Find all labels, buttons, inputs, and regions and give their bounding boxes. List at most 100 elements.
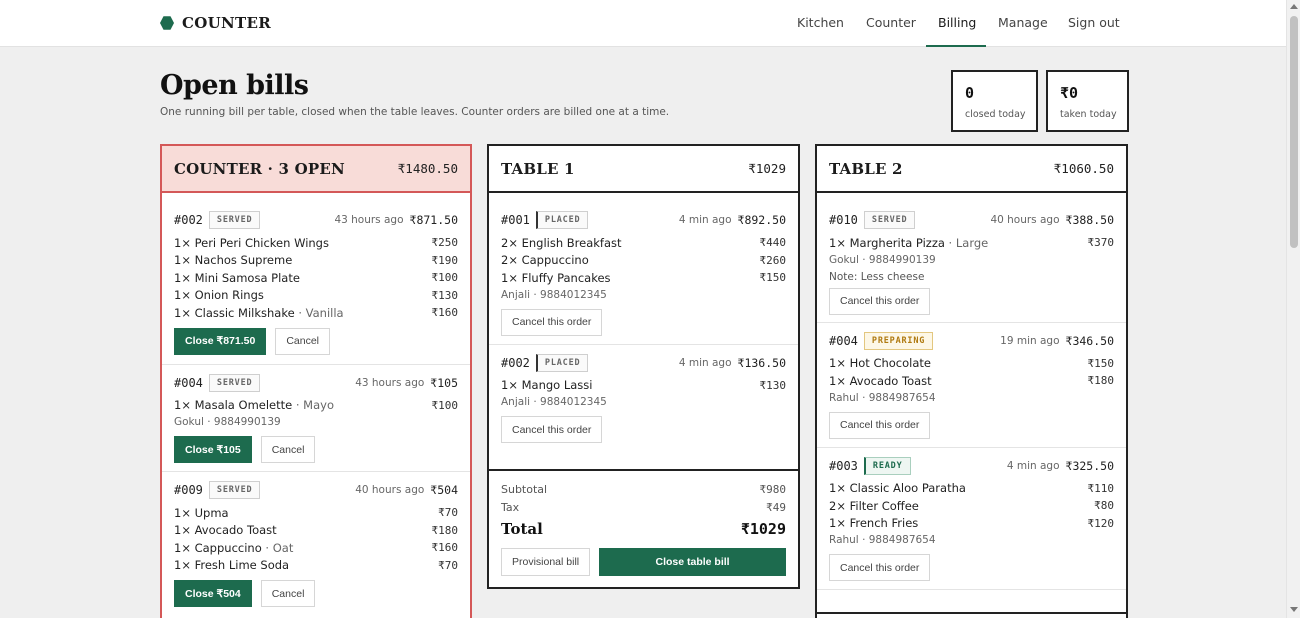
stat-value: ₹0 <box>1060 84 1079 102</box>
order-line-item: 1× Upma ₹70 <box>174 505 458 520</box>
order-line-item: 1× Peri Peri Chicken Wings ₹250 <box>174 235 458 250</box>
order-card: #004 PREPARING 19 min ago ₹346.50 1× Hot… <box>817 323 1126 448</box>
order-line-item: 2× English Breakfast ₹440 <box>501 235 786 250</box>
bill-summary: Subtotal ₹980 Tax ₹49 Total ₹1029 Provision… <box>489 469 798 587</box>
order-amount: ₹892.50 <box>737 213 786 227</box>
column-header: COUNTER · 3 OPEN ₹1480.50 <box>162 146 470 193</box>
order-time: 40 hours ago <box>355 484 425 496</box>
column-title: TABLE 2 <box>829 159 903 178</box>
order-line-item: 1× Masala Omelette · Mayo ₹100 <box>174 398 458 413</box>
stat-value: 0 <box>965 84 975 102</box>
page-title: Open bills <box>160 70 309 101</box>
order-id: #004 <box>829 333 858 348</box>
column-total: ₹1480.50 <box>397 161 458 176</box>
stat-closed-today: 0 closed today <box>951 70 1038 132</box>
total-row: Total ₹1029 <box>501 519 786 538</box>
customer-info: Rahul · 9884987654 <box>829 391 936 404</box>
order-time: 40 hours ago <box>990 214 1060 226</box>
order-time: 43 hours ago <box>355 376 425 389</box>
stat-taken-today: ₹0 taken today <box>1046 70 1129 132</box>
status-badge: SERVED <box>208 211 261 229</box>
order-line-item: 1× Hot Chocolate ₹150 <box>829 356 1114 371</box>
close-table-bill-button[interactable]: Close table bill <box>599 548 786 576</box>
order-time: 4 min ago <box>1006 459 1060 472</box>
page-scrollbar[interactable] <box>1286 0 1300 618</box>
status-badge: SERVED <box>208 373 261 392</box>
order-line-item: 1× Nachos Supreme ₹190 <box>174 253 458 268</box>
order-line-item: 2× Filter Coffee ₹80 <box>829 498 1114 513</box>
nav-kitchen[interactable]: Kitchen <box>797 15 844 30</box>
cancel-order-button[interactable]: Cancel this order <box>829 287 931 315</box>
order-time: 43 hours ago <box>334 214 404 226</box>
brand[interactable]: COUNTER <box>160 14 271 32</box>
order-line-item: 1× Classic Aloo Paratha ₹110 <box>829 481 1114 496</box>
order-card: #010 SERVED 40 hours ago ₹388.50 1× Marg… <box>817 193 1126 323</box>
order-id: #010 <box>829 213 858 227</box>
cancel-order-button[interactable]: Cancel this order <box>501 416 603 443</box>
column-title: COUNTER · 3 OPEN <box>174 159 345 178</box>
order-amount: ₹105 <box>430 375 458 390</box>
page-subtitle: One running bill per table, closed when … <box>160 106 670 118</box>
customer-info: Gokul · 9884990139 <box>174 416 281 428</box>
close-order-button[interactable]: Close ₹504 <box>174 580 252 607</box>
brand-name: COUNTER <box>182 14 271 32</box>
active-tab-underline <box>926 45 986 47</box>
table-2-bill-column: TABLE 2 ₹1060.50 #010 SERVED 40 hours ag… <box>815 144 1128 618</box>
scroll-up-arrow-icon[interactable] <box>1290 4 1298 9</box>
cancel-order-button[interactable]: Cancel this order <box>829 554 931 581</box>
cancel-order-button[interactable]: Cancel <box>260 580 316 607</box>
column-title: TABLE 1 <box>501 159 575 178</box>
order-line-item: 1× Fluffy Pancakes ₹150 <box>501 270 786 285</box>
order-card: #004 SERVED 43 hours ago ₹105 1× Masala … <box>162 365 470 472</box>
order-line-item: 1× Onion Rings ₹130 <box>174 288 458 303</box>
subtotal-row: Subtotal ₹980 <box>501 483 786 497</box>
table-1-bill-column: TABLE 1 ₹1029 #001 PLACED 4 min ago ₹892… <box>487 144 800 589</box>
customer-info: Gokul · 9884990139 <box>829 253 936 266</box>
order-id: #001 <box>501 213 530 227</box>
order-amount: ₹504 <box>430 483 458 497</box>
order-card: #002 PLACED 4 min ago ₹136.50 1× Mango L… <box>489 345 798 452</box>
order-line-item: 1× Margherita Pizza · Large ₹370 <box>829 235 1114 250</box>
column-header: TABLE 2 ₹1060.50 <box>817 146 1126 193</box>
cancel-order-button[interactable]: Cancel this order <box>829 411 931 439</box>
order-id: #002 <box>501 355 530 370</box>
order-line-item: 1× French Fries ₹120 <box>829 516 1114 531</box>
order-time: 4 min ago <box>678 356 732 369</box>
scroll-thumb[interactable] <box>1290 16 1298 248</box>
top-nav-bar: COUNTER Kitchen Counter Billing Manage S… <box>0 0 1286 47</box>
order-card: #001 PLACED 4 min ago ₹892.50 2× English… <box>489 193 798 345</box>
close-order-button[interactable]: Close ₹105 <box>174 436 252 463</box>
status-badge: READY <box>863 456 911 475</box>
nav-billing[interactable]: Billing <box>938 15 976 30</box>
nav-manage[interactable]: Manage <box>998 15 1048 30</box>
order-line-item: 1× Avocado Toast ₹180 <box>829 373 1114 388</box>
nav-sign-out[interactable]: Sign out <box>1068 15 1120 30</box>
order-line-item: 1× Cappuccino · Oat ₹160 <box>174 540 458 555</box>
cancel-order-button[interactable]: Cancel this order <box>501 308 603 336</box>
nav-counter[interactable]: Counter <box>866 15 916 30</box>
order-card: #002 SERVED 43 hours ago ₹871.50 1× Peri… <box>162 193 470 365</box>
cancel-order-button[interactable]: Cancel <box>260 436 316 463</box>
order-id: #004 <box>174 375 203 390</box>
close-order-button[interactable]: Close ₹871.50 <box>174 327 267 355</box>
order-line-item: 1× Avocado Toast ₹180 <box>174 523 458 538</box>
counter-bill-column: COUNTER · 3 OPEN ₹1480.50 #002 SERVED 43… <box>160 144 472 618</box>
order-time: 19 min ago <box>1000 334 1060 347</box>
order-card: #003 READY 4 min ago ₹325.50 1× Classic … <box>817 448 1126 590</box>
status-badge: SERVED <box>863 211 916 229</box>
order-line-item: 1× Mango Lassi ₹130 <box>501 378 786 393</box>
order-amount: ₹388.50 <box>1065 213 1114 227</box>
order-card: #009 SERVED 40 hours ago ₹504 1× Upma ₹70… <box>162 472 470 615</box>
order-line-item: 1× Classic Milkshake · Vanilla ₹160 <box>174 305 458 320</box>
status-badge: SERVED <box>208 481 261 499</box>
cancel-order-button[interactable]: Cancel <box>275 327 330 355</box>
tax-row: Tax ₹49 <box>501 500 786 514</box>
status-badge: PLACED <box>535 211 589 229</box>
provisional-bill-button[interactable]: Provisional bill <box>501 548 591 576</box>
order-amount: ₹871.50 <box>409 213 458 227</box>
order-amount: ₹136.50 <box>737 355 786 370</box>
order-id: #003 <box>829 458 858 473</box>
scroll-down-arrow-icon[interactable] <box>1290 607 1298 612</box>
order-note: Note: Less cheese <box>829 270 925 283</box>
order-line-item: 1× Mini Samosa Plate ₹100 <box>174 270 458 285</box>
